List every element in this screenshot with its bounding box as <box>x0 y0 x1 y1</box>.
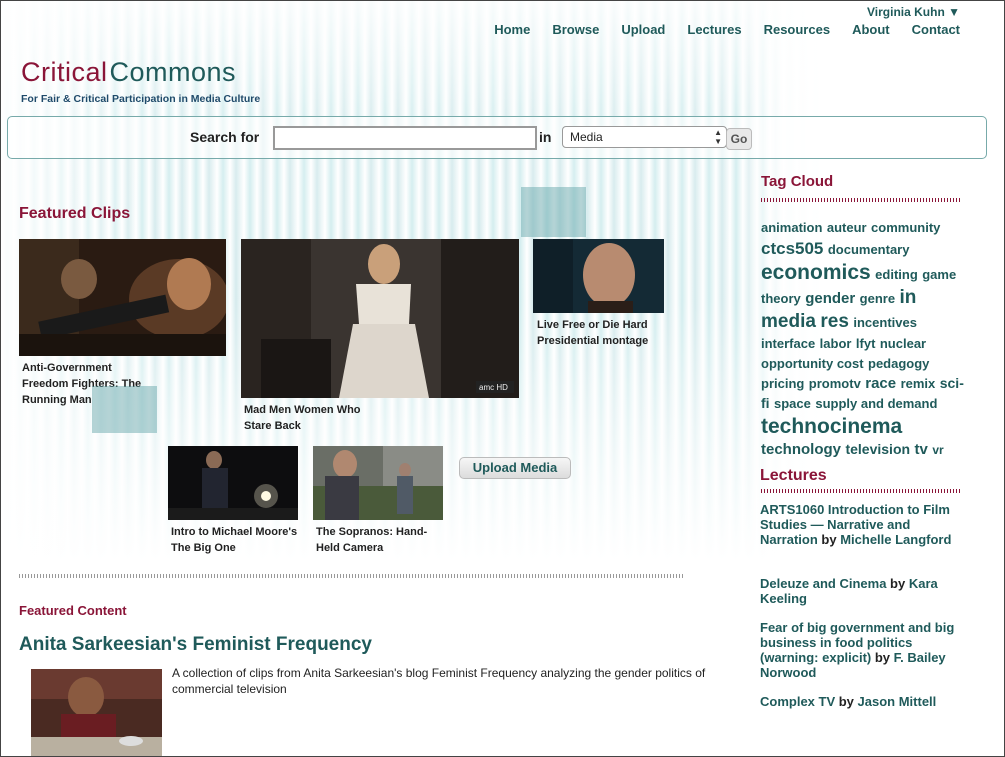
tag-link[interactable]: documentary <box>828 242 910 257</box>
search-input[interactable] <box>273 126 537 150</box>
tag-link[interactable]: genre <box>860 291 895 306</box>
search-scope-value: Media <box>570 130 603 144</box>
tag-link[interactable]: media <box>761 311 816 332</box>
featured-content-heading: Featured Content <box>19 603 127 618</box>
tag-link[interactable]: opportunity cost <box>761 356 864 371</box>
lectures-heading: Lectures <box>760 467 827 484</box>
tag-cloud: animation auteur community ctcs505 docum… <box>761 218 966 460</box>
sopranos-image <box>313 446 443 520</box>
search-scope-select[interactable]: Media ▲ ▼ <box>562 126 727 148</box>
user-menu[interactable]: Virginia Kuhn ▼ <box>867 5 960 19</box>
lecture-item[interactable]: Fear of big government and big business … <box>760 620 965 680</box>
clip-thumbnail-running-man[interactable] <box>19 239 226 356</box>
feminist-frequency-image <box>31 669 162 756</box>
svg-text:amc HD: amc HD <box>479 383 508 392</box>
lecture-item[interactable]: Complex TV by Jason Mittell <box>760 694 965 709</box>
tag-link[interactable]: supply and demand <box>815 396 937 411</box>
go-button[interactable]: Go <box>726 128 752 150</box>
tag-link[interactable]: lfyt <box>856 336 876 351</box>
nav-resources[interactable]: Resources <box>764 22 830 37</box>
featured-content-thumbnail[interactable] <box>31 669 162 756</box>
tag-link[interactable]: technocinema <box>761 415 902 438</box>
tag-link[interactable]: economics <box>761 261 871 284</box>
tag-link[interactable]: gender <box>805 290 855 307</box>
logo-commons: Commons <box>109 57 237 87</box>
lecture-author[interactable]: Jason Mittell <box>858 694 937 709</box>
clip-title[interactable]: The Sopranos: Hand-Held Camera <box>316 524 446 556</box>
nav-about[interactable]: About <box>852 22 890 37</box>
tag-link[interactable]: game <box>922 267 956 282</box>
site-tagline: For Fair & Critical Participation in Med… <box>21 93 261 105</box>
clip-title[interactable]: Intro to Michael Moore's The Big One <box>171 524 301 556</box>
tag-link[interactable]: promotv <box>809 376 861 391</box>
tag-link[interactable]: auteur <box>827 220 867 235</box>
tag-link[interactable]: in <box>900 287 917 308</box>
lecture-item[interactable]: Deleuze and Cinema by Kara Keeling <box>760 576 965 606</box>
tag-link[interactable]: editing <box>875 267 918 282</box>
lectures-divider <box>761 489 961 493</box>
nav-lectures[interactable]: Lectures <box>687 22 741 37</box>
tag-link[interactable]: remix <box>901 376 936 391</box>
search-in-label: in <box>539 129 552 145</box>
die-hard-image <box>533 239 664 313</box>
featured-content-description: A collection of clips from Anita Sarkees… <box>172 666 706 696</box>
tag-link[interactable]: animation <box>761 220 822 235</box>
tag-link[interactable]: labor <box>820 336 852 351</box>
lecture-author[interactable]: Michelle Langford <box>840 532 951 547</box>
tag-link[interactable]: interface <box>761 336 815 351</box>
select-arrows-icon: ▲ ▼ <box>714 128 722 146</box>
tag-link[interactable]: nuclear <box>880 336 926 351</box>
tag-link[interactable]: technology <box>761 441 841 458</box>
lecture-item[interactable]: ARTS1060 Introduction to Film Studies — … <box>760 502 965 547</box>
search-bar: Search for in Media ▲ ▼ Go <box>7 116 987 159</box>
tag-link[interactable]: race <box>865 375 896 392</box>
page-frame: Virginia Kuhn ▼ Home Browse Upload Lectu… <box>0 0 1005 757</box>
decorative-square <box>521 187 586 237</box>
tag-link[interactable]: incentives <box>853 315 917 330</box>
featured-clips-heading: Featured Clips <box>19 205 131 222</box>
clip-title[interactable]: Mad Men Women Who Stare Back <box>244 402 374 434</box>
search-label: Search for <box>190 129 260 145</box>
tag-link[interactable]: res <box>820 311 849 332</box>
tag-link[interactable]: ctcs505 <box>761 239 823 258</box>
upload-media-button[interactable]: Upload Media <box>459 457 571 479</box>
clip-thumbnail-die-hard[interactable] <box>533 239 664 313</box>
tag-link[interactable]: community <box>871 220 940 235</box>
clip-title[interactable]: Live Free or Die Hard Presidential monta… <box>537 317 667 349</box>
running-man-image <box>19 239 226 356</box>
tag-link[interactable]: television <box>845 441 910 457</box>
site-logo[interactable]: CriticalCommons <box>21 57 236 88</box>
tag-link[interactable]: tv <box>915 441 928 458</box>
nav-browse[interactable]: Browse <box>552 22 599 37</box>
nav-upload[interactable]: Upload <box>621 22 665 37</box>
tag-link[interactable]: vr <box>932 443 943 457</box>
tag-link[interactable]: pedagogy <box>868 356 929 371</box>
big-one-image <box>168 446 298 520</box>
lecture-title[interactable]: Deleuze and Cinema <box>760 576 886 591</box>
tag-link[interactable]: space <box>774 396 811 411</box>
tag-link[interactable]: theory <box>761 291 801 306</box>
featured-content-title[interactable]: Anita Sarkeesian's Feminist Frequency <box>19 634 372 656</box>
clip-thumbnail-big-one[interactable] <box>168 446 298 520</box>
nav-contact[interactable]: Contact <box>912 22 960 37</box>
tag-cloud-heading: Tag Cloud <box>761 173 834 190</box>
decorative-square <box>92 386 157 433</box>
nav-home[interactable]: Home <box>494 22 530 37</box>
clip-thumbnail-mad-men[interactable]: amc HD <box>241 239 519 398</box>
main-nav: Home Browse Upload Lectures Resources Ab… <box>494 22 960 37</box>
tag-link[interactable]: pricing <box>761 376 804 391</box>
mad-men-image: amc HD <box>241 239 519 398</box>
logo-critical: Critical <box>21 57 108 87</box>
lecture-title[interactable]: Complex TV <box>760 694 835 709</box>
tag-cloud-divider <box>761 198 961 202</box>
divider <box>19 574 684 578</box>
clip-thumbnail-sopranos[interactable] <box>313 446 443 520</box>
